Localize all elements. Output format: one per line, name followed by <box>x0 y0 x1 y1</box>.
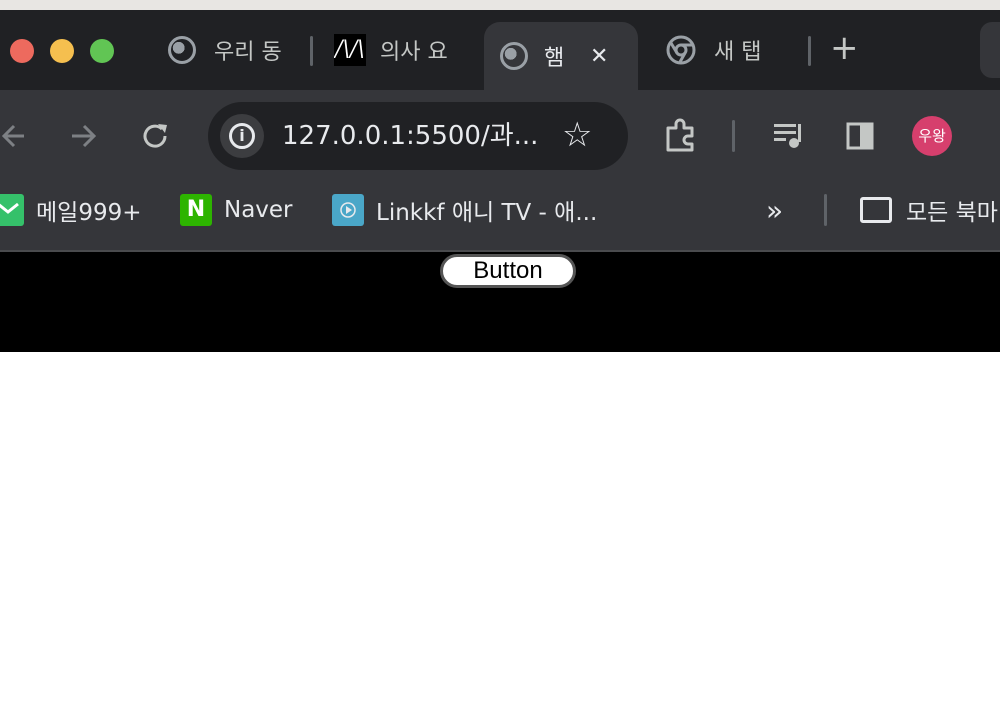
bookmarks-separator <box>824 194 827 226</box>
page-button[interactable]: Button <box>440 254 576 288</box>
extensions-icon[interactable] <box>662 118 700 154</box>
bookmark-label: Linkkf 애니 TV - 애... <box>376 200 598 226</box>
bookmark-label: 메일999+ <box>36 200 142 226</box>
naver-icon: N <box>180 194 212 226</box>
maximize-window-button[interactable] <box>90 39 114 63</box>
new-tab-button[interactable]: + <box>830 31 859 65</box>
folder-icon <box>860 197 892 223</box>
tab-separator <box>808 36 811 66</box>
bookmark-label: 모든 북마... <box>906 200 1000 226</box>
globe-icon <box>168 36 196 64</box>
m-logo-icon: /\/\ <box>334 34 366 66</box>
bookmark-star-icon[interactable]: ☆ <box>562 116 592 154</box>
close-window-button[interactable] <box>10 39 34 63</box>
mail-icon <box>0 194 24 226</box>
minimize-window-button[interactable] <box>50 39 74 63</box>
address-url[interactable]: 127.0.0.1:5500/과... <box>282 118 538 154</box>
side-panel-icon[interactable] <box>845 120 875 152</box>
tab-4[interactable]: 새 탭 <box>666 10 786 90</box>
tab-title: 새 탭 <box>714 40 762 65</box>
tab-separator <box>310 36 313 66</box>
media-queue-icon[interactable] <box>772 120 806 152</box>
all-bookmarks-folder[interactable]: 모든 북마... <box>860 194 1000 226</box>
tab-1[interactable]: 우리 동 <box>168 10 290 90</box>
tab-title: 햄 <box>544 46 565 71</box>
bookmark-mail[interactable]: 메일999+ <box>0 194 142 226</box>
toolbar-separator <box>732 120 735 152</box>
tab-title: 우리 동 <box>214 40 282 65</box>
back-icon[interactable] <box>0 120 30 152</box>
close-tab-icon[interactable]: ✕ <box>590 44 608 69</box>
reload-icon[interactable] <box>140 120 172 152</box>
bookmark-naver[interactable]: N Naver <box>180 194 293 226</box>
globe-icon <box>500 42 528 70</box>
info-icon: i <box>229 123 255 149</box>
linkkf-icon <box>332 194 364 226</box>
tab-2[interactable]: /\/\ 의사 요 <box>334 10 462 90</box>
forward-icon[interactable] <box>68 120 100 152</box>
bookmark-linkkf[interactable]: Linkkf 애니 TV - 애... <box>332 194 597 226</box>
bookmarks-overflow-button[interactable]: » <box>766 194 783 227</box>
tab-title: 의사 요 <box>380 40 448 65</box>
chrome-icon <box>666 35 696 65</box>
profile-avatar[interactable]: 우왕 <box>912 116 952 156</box>
bookmark-label: Naver <box>224 197 293 223</box>
tab-search-button[interactable] <box>980 22 1000 78</box>
tab-active[interactable]: 햄 ✕ <box>484 22 638 90</box>
